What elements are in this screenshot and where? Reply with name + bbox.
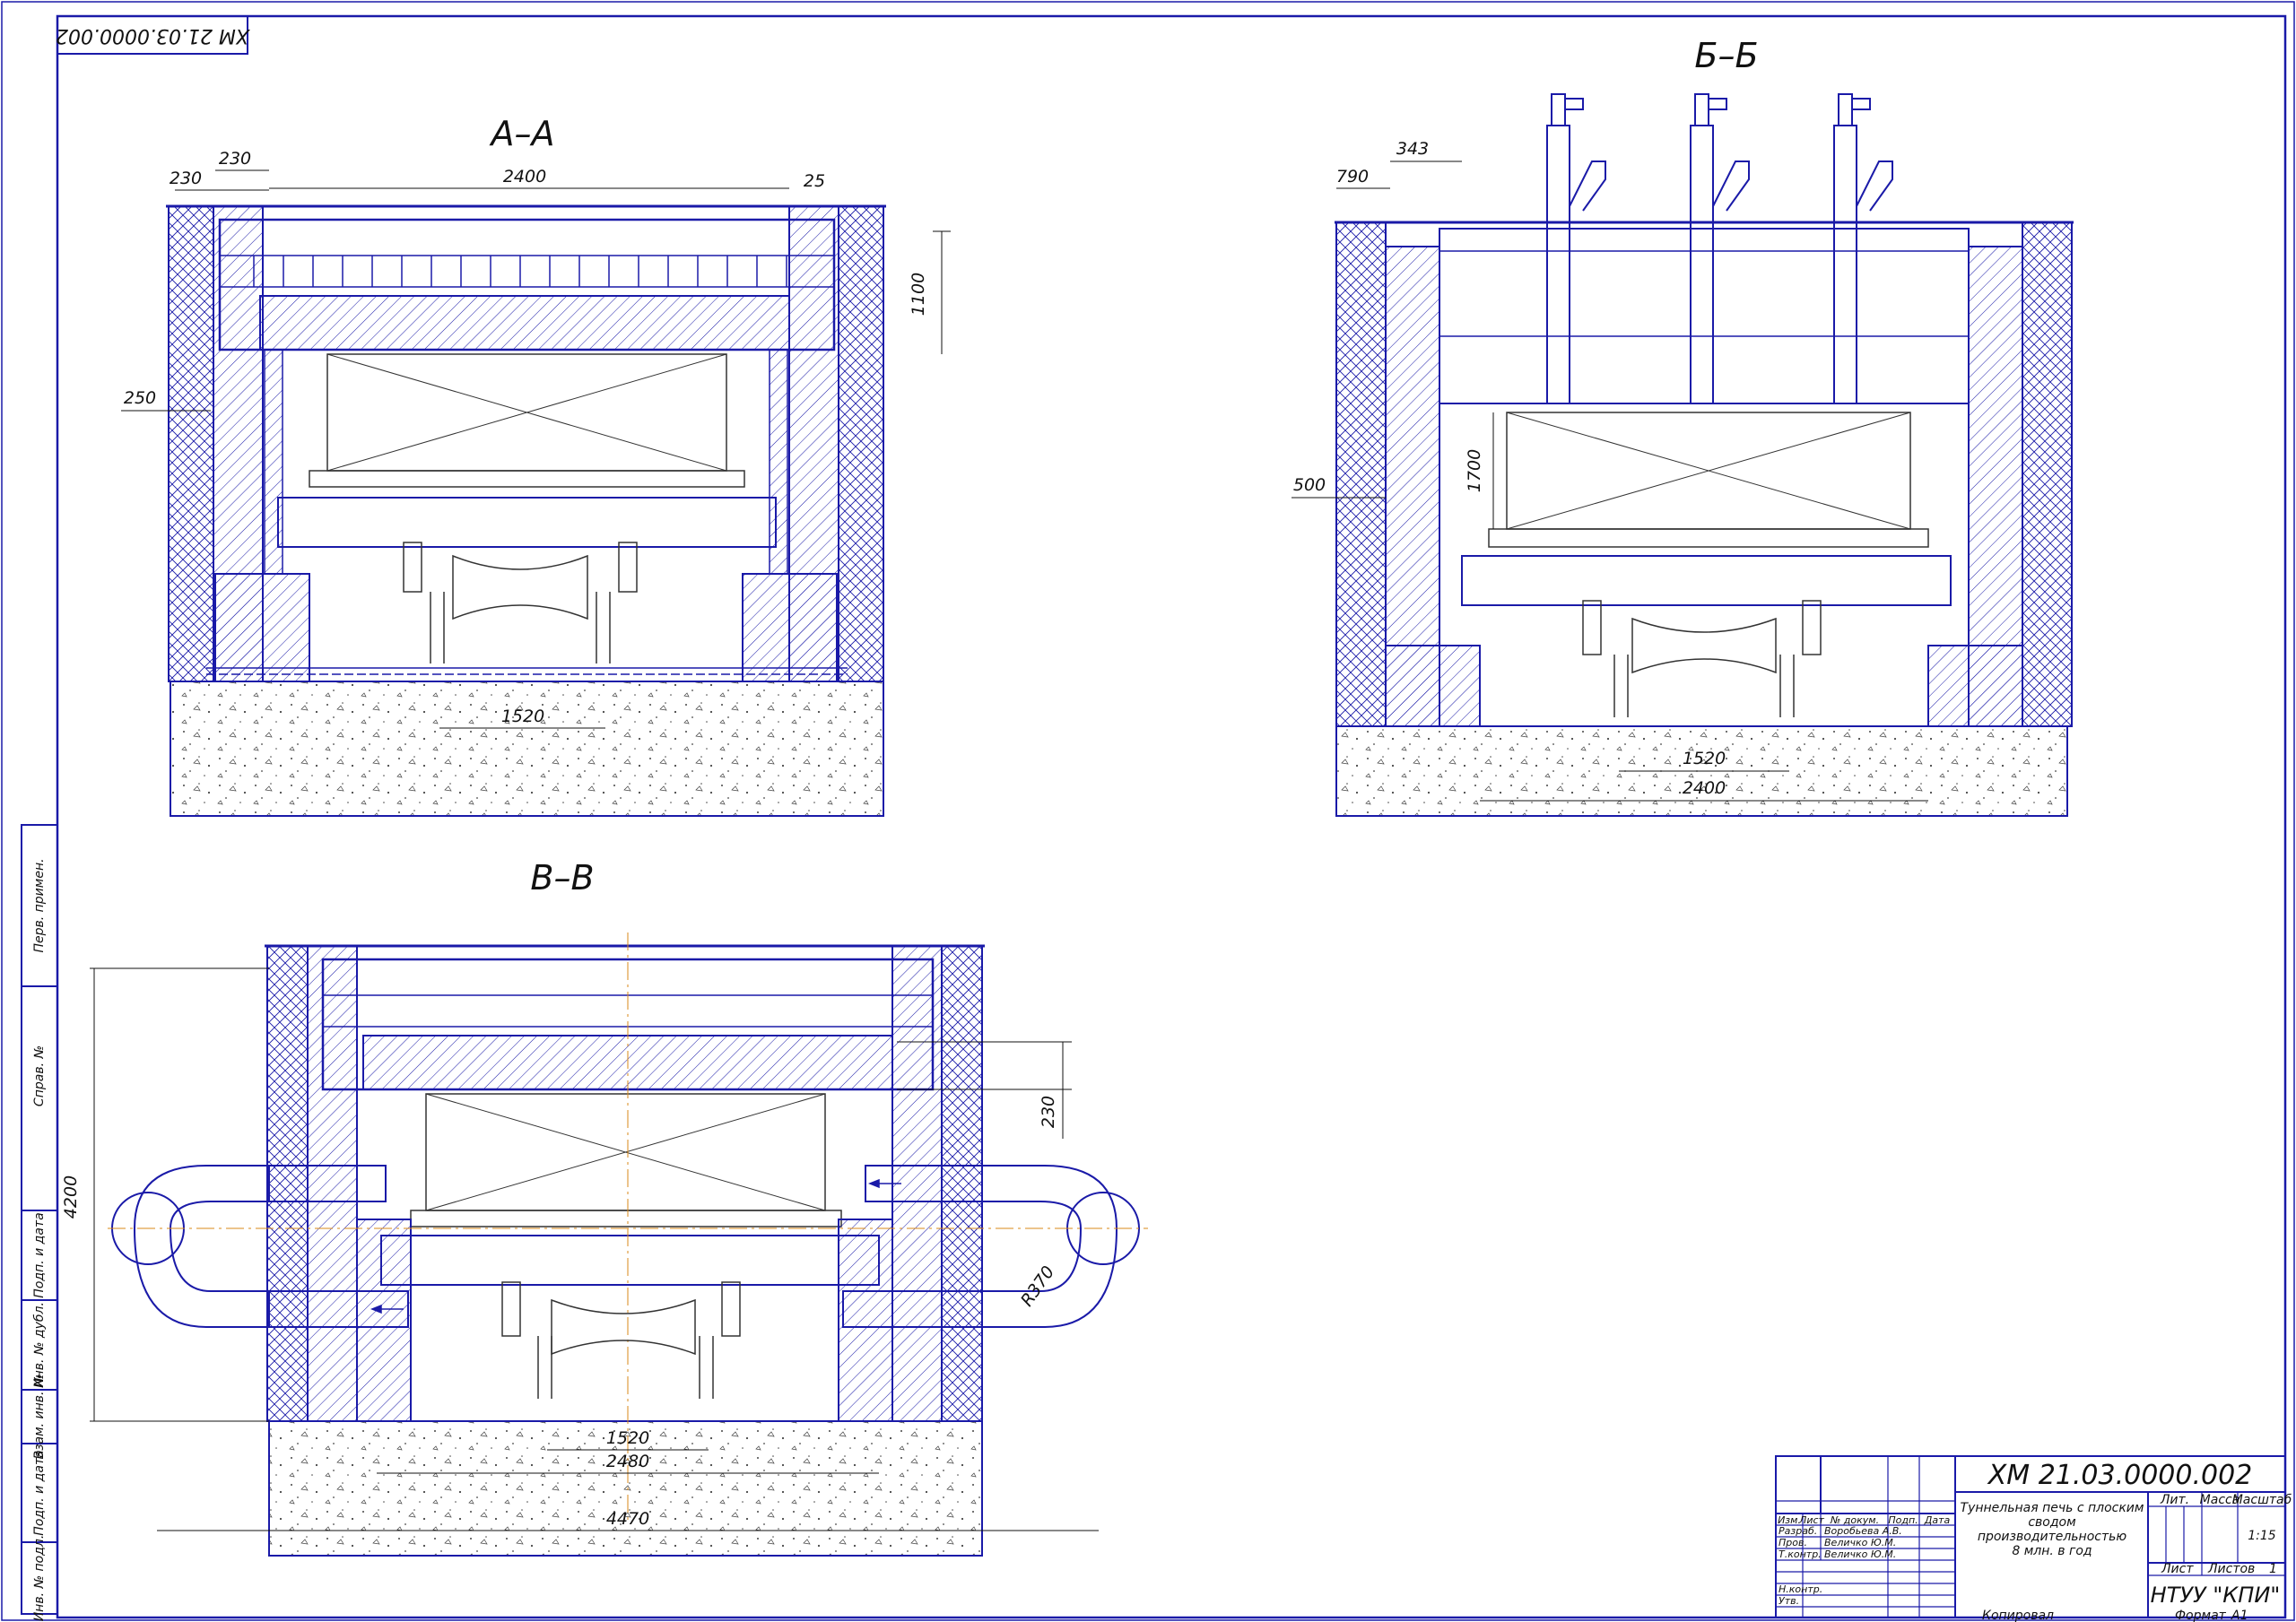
roof-frame [1439, 228, 1970, 404]
row-role: Т.контр. [1779, 1548, 1822, 1560]
copied-label: Копировал [1982, 1609, 2054, 1622]
section-vv: В–В 4200 230 R370 1520 2480 4470 [61, 858, 1148, 1557]
sheets-label: Листов [2207, 1562, 2255, 1576]
stamp-code-text: ХМ 21.03.0000.002 [56, 24, 250, 47]
sheet-label: Лист [2161, 1562, 2194, 1576]
kiln-car-platform [1461, 555, 1952, 606]
wall-left-insulation [168, 205, 214, 682]
scale-value: 1:15 [2248, 1529, 2276, 1543]
format-value: А1 [2231, 1609, 2248, 1622]
dim-label: 2400 [1683, 778, 1726, 798]
row-person: Величко Ю.М. [1824, 1548, 1896, 1560]
kiln-car-platform [277, 497, 777, 548]
side-stamp-label: Справ. № [32, 1045, 47, 1106]
stamp-code-box: ХМ 21.03.0000.002 [56, 15, 250, 55]
title-block-doc-code: ХМ 21.03.0000.002 [1987, 1460, 2253, 1491]
side-stamp-label: Подп. и дата [32, 1212, 47, 1297]
row-role: Пров. [1779, 1537, 1807, 1548]
row-role: Н.контр. [1779, 1583, 1822, 1595]
wall-left-insulation [266, 945, 309, 1422]
title-block-name-line: производительностью [1978, 1530, 2127, 1544]
dim-label: 1700 [1465, 449, 1484, 492]
dim-label: 1100 [909, 273, 928, 316]
dim-label: 25 [804, 171, 825, 191]
side-stamp-labels: Перв. примен. Справ. № Подп. и дата Инв.… [32, 858, 47, 1621]
dim-label: 1520 [501, 707, 544, 726]
wall-left-insulation [1335, 221, 1387, 727]
dim-label: 4200 [61, 1175, 81, 1219]
drawing-sheet: ХМ 21.03.0000.002 Перв. примен. Справ. №… [1, 1, 2295, 1622]
title-block-name-line: сводом [2028, 1515, 2076, 1530]
dim-label: 500 [1293, 475, 1326, 495]
side-stamp-label: Взам. инв. № [32, 1374, 47, 1459]
dim-label: 1520 [606, 1428, 649, 1448]
title-block-name-line: Туннельная печь с плоским [1961, 1501, 2144, 1515]
wall-right-insulation [941, 945, 983, 1422]
roof-slab [259, 295, 790, 351]
section-bb-title: Б–Б [1694, 36, 1758, 75]
title-block: ХМ 21.03.0000.002 Туннельная печь с плос… [1775, 1455, 2292, 1618]
row-role: Разраб. [1779, 1525, 1817, 1537]
kiln-car-platform [380, 1235, 880, 1286]
side-stamp-label: Перв. примен. [32, 858, 47, 952]
section-aa-title: А–А [489, 114, 555, 153]
col-header-data: Дата [1924, 1514, 1951, 1526]
dim-label: 230 [170, 169, 202, 188]
dim-label: 343 [1396, 139, 1429, 159]
row-role: Утв. [1779, 1595, 1799, 1607]
side-stamp-label: Инв. № подл. [32, 1535, 47, 1622]
dim-label: 2400 [503, 167, 546, 186]
row-person: Величко Ю.М. [1824, 1537, 1896, 1548]
section-vv-title: В–В [530, 858, 594, 898]
title-block-name-line: 8 млн. в год [2012, 1544, 2092, 1558]
dim-label: 230 [1039, 1096, 1058, 1128]
lit-label: Лит. [2160, 1493, 2189, 1507]
organization: НТУУ "КПИ" [2151, 1583, 2281, 1608]
dim-label: 2480 [606, 1452, 649, 1471]
dim-label: 790 [1336, 167, 1369, 186]
sheets-value: 1 [2269, 1562, 2277, 1576]
dim-label: 250 [124, 388, 156, 408]
wall-right-insulation [2022, 221, 2073, 727]
foundation-concrete [170, 681, 884, 817]
dim-label: 4470 [606, 1509, 649, 1529]
section-bb: Б–Б 343 790 500 1700 1520 2400 [1292, 36, 2074, 817]
format-label: Формат [2175, 1609, 2227, 1622]
side-stamp-label: Подп. и дата [32, 1450, 47, 1535]
dim-label: R370 [1017, 1262, 1058, 1310]
section-aa: А–А 230 230 2400 25 1100 250 1520 [121, 114, 951, 817]
burner-pipes [1546, 93, 1893, 404]
scale-label: Масштаб [2232, 1493, 2292, 1507]
row-person: Воробьева А.В. [1824, 1525, 1902, 1537]
dim-label: 1520 [1683, 749, 1726, 768]
dim-label: 230 [219, 149, 251, 169]
wall-left-firebrick [307, 945, 358, 1422]
wall-right-insulation [838, 205, 884, 682]
